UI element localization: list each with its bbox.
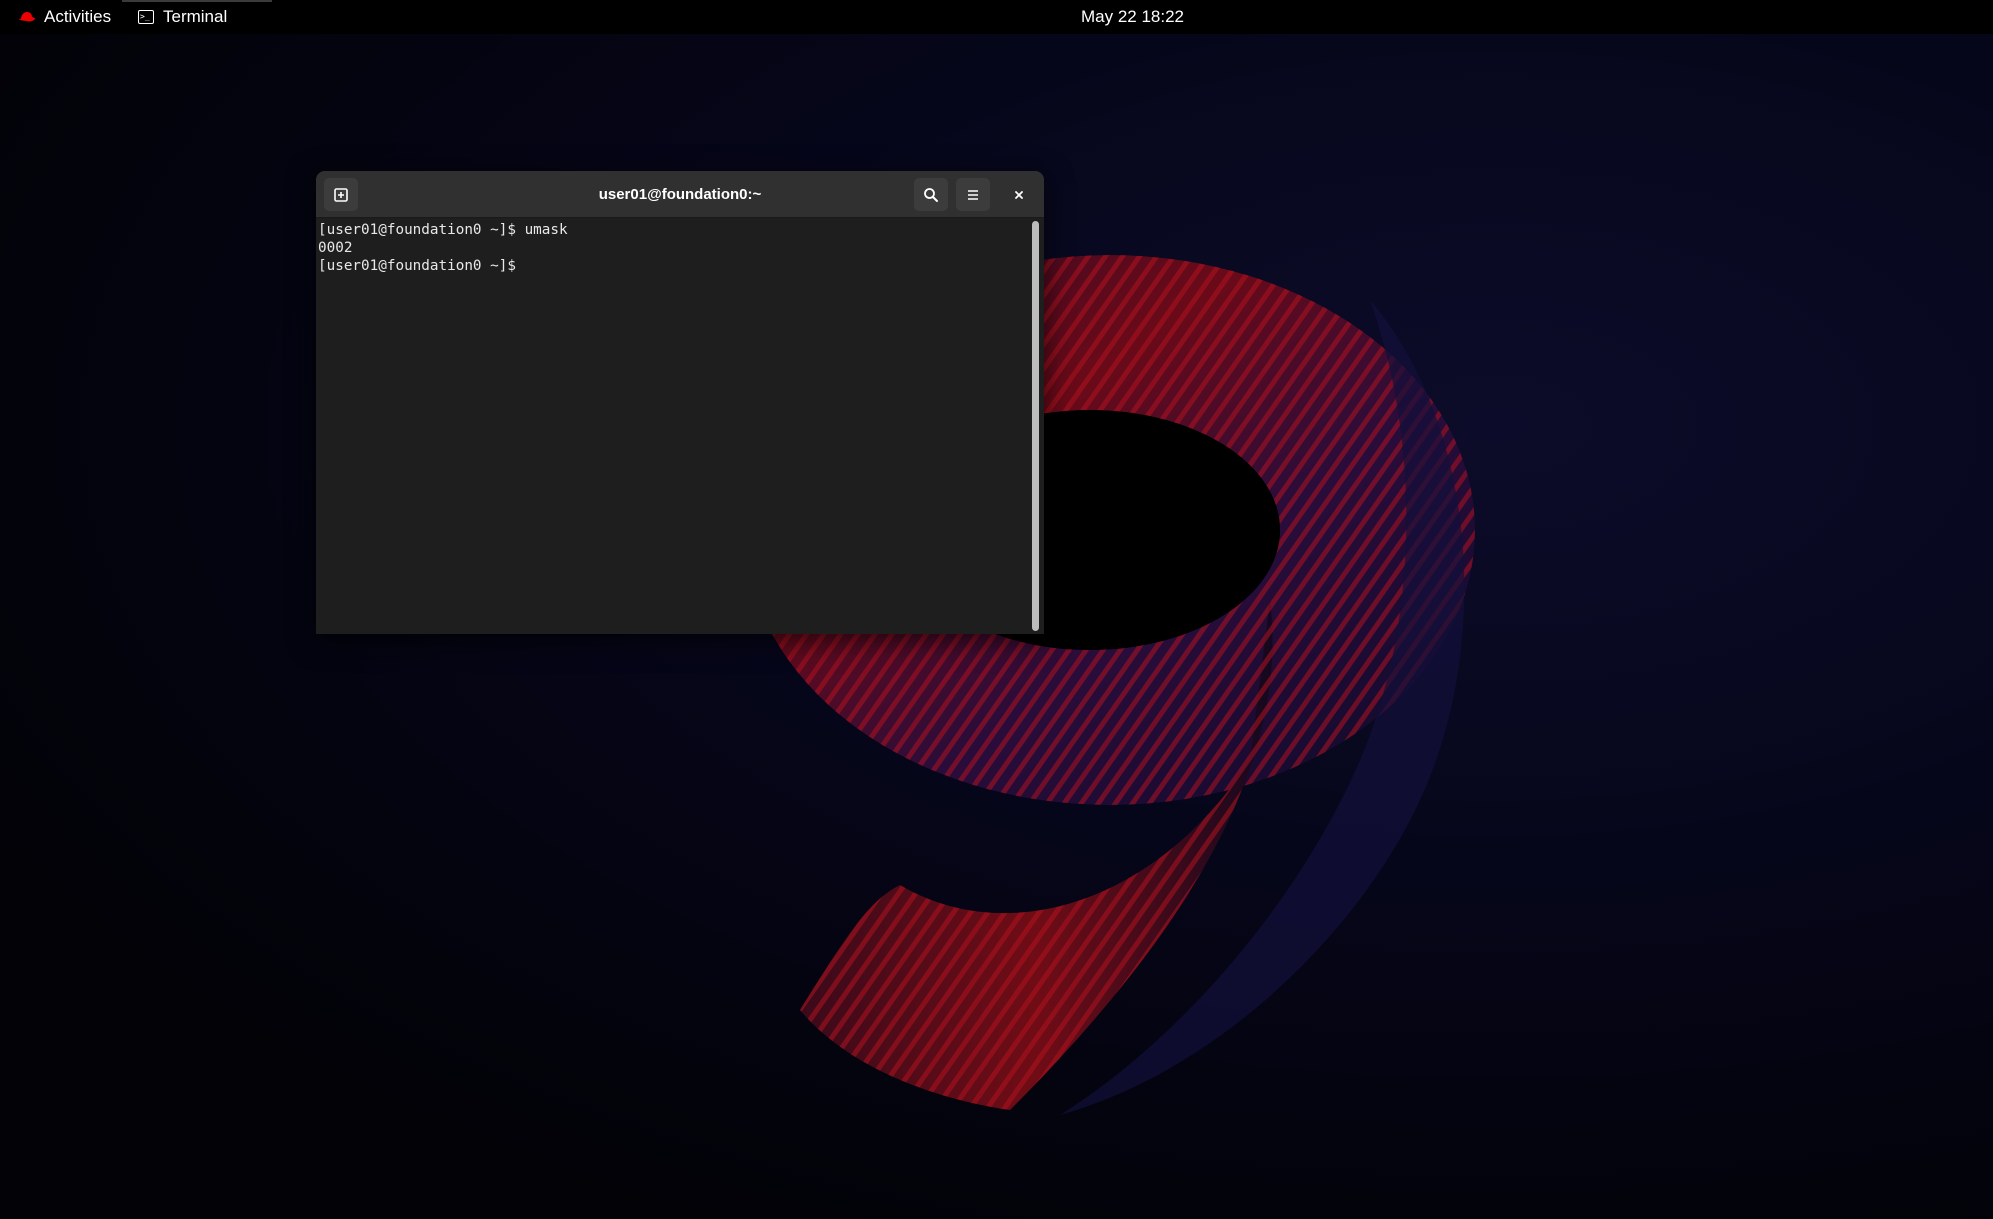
close-button[interactable]: [1002, 178, 1036, 211]
app-menu-label: Terminal: [163, 7, 228, 26]
terminal-line: 0002: [318, 240, 353, 256]
terminal-line: [user01@foundation0 ~]$: [318, 258, 525, 274]
terminal-scrollbar[interactable]: [1032, 221, 1039, 631]
activities-label: Activities: [44, 7, 112, 26]
app-menu-terminal[interactable]: >_ Terminal: [122, 0, 272, 34]
terminal-window[interactable]: user01@foundation0:~ [user01@foundation0…: [316, 171, 1044, 634]
terminal-content[interactable]: [user01@foundation0 ~]$ umask 0002 [user…: [318, 218, 1024, 634]
search-icon: [924, 187, 938, 202]
menu-button[interactable]: [956, 178, 990, 211]
red-hat-logo-icon: [19, 12, 35, 22]
desktop: Activities >_ Terminal May 22 18:22 user…: [0, 0, 1993, 1219]
new-tab-icon: [334, 187, 348, 202]
close-icon: [1015, 190, 1023, 199]
terminal-line: [user01@foundation0 ~]$ umask: [318, 222, 568, 238]
hamburger-menu-icon: [968, 189, 978, 200]
app-menu-indicator: [122, 0, 272, 2]
terminal-headerbar[interactable]: user01@foundation0:~: [316, 171, 1044, 218]
search-button[interactable]: [914, 178, 948, 211]
window-title: user01@foundation0:~: [598, 186, 762, 203]
date-time-clock[interactable]: May 22 18:22: [1081, 0, 1184, 34]
new-tab-button[interactable]: [324, 178, 358, 211]
terminal-app-icon: >_: [138, 10, 154, 24]
top-bar: Activities >_ Terminal May 22 18:22: [0, 0, 1993, 34]
activities-button[interactable]: Activities: [18, 0, 111, 34]
